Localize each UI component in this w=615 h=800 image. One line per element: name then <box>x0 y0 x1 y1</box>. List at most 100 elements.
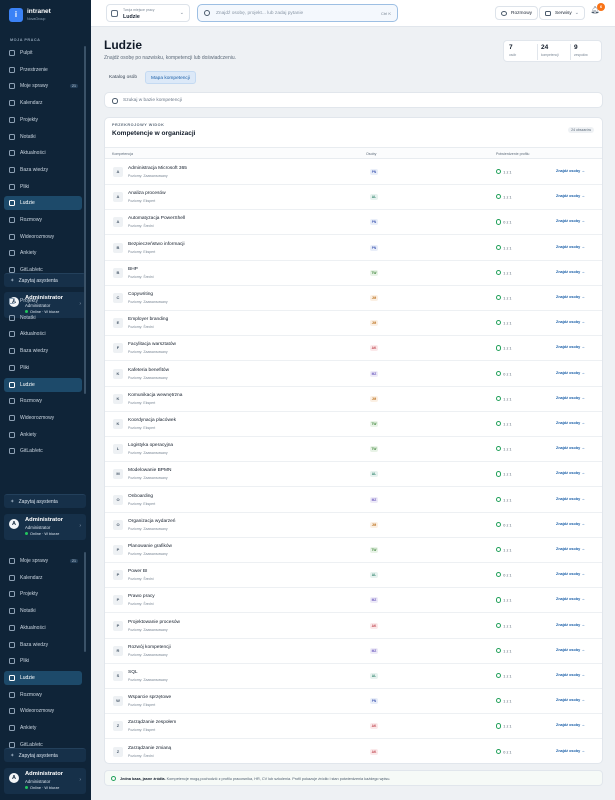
sidebar-item[interactable]: Pulpit <box>4 46 82 60</box>
sidebar-item[interactable]: Pliki <box>4 361 82 375</box>
sidebar-item[interactable]: Moje sprawy 21 <box>4 79 82 93</box>
find-people-link[interactable]: Znajdź osoby → <box>556 749 585 753</box>
sidebar-scrollbar[interactable] <box>84 46 86 276</box>
person-chip[interactable]: TW <box>370 446 378 453</box>
sidebar-item[interactable]: Wideorozmowy <box>4 704 82 718</box>
global-search[interactable]: Znajdź osobę, projekt... lub zadaj pytan… <box>197 4 398 22</box>
find-people-link[interactable]: Znajdź osoby → <box>556 623 585 627</box>
find-people-link[interactable]: Znajdź osoby → <box>556 371 585 375</box>
find-people-link[interactable]: Znajdź osoby → <box>556 723 585 727</box>
person-chip[interactable]: MZ <box>370 370 378 377</box>
find-people-link[interactable]: Znajdź osoby → <box>556 522 585 526</box>
find-people-link[interactable]: Znajdź osoby → <box>556 194 585 198</box>
sidebar-item[interactable]: Rozmowy <box>4 213 82 227</box>
find-people-link[interactable]: Znajdź osoby → <box>556 421 585 425</box>
find-people-link[interactable]: Znajdź osoby → <box>556 446 585 450</box>
find-people-link[interactable]: Znajdź osoby → <box>556 396 585 400</box>
sidebar-item[interactable]: Przestrzenie <box>4 63 82 77</box>
sidebar-scrollbar[interactable] <box>84 268 86 394</box>
tab-people-catalog[interactable]: Katalog osób <box>104 71 142 84</box>
user-card[interactable]: A Administrator Administrator Online · W bi… <box>4 768 86 794</box>
sidebar-item[interactable]: Rozmowy <box>4 394 82 408</box>
sidebar-item[interactable]: Kalendarz <box>4 571 82 585</box>
sidebar-item[interactable]: Aktualności <box>4 621 82 635</box>
user-card[interactable]: A Administrator Administrator Online · W bi… <box>4 514 86 540</box>
notifications-button[interactable]: 🔔︎ 6 <box>589 3 605 19</box>
sidebar-item[interactable]: Projekty <box>4 294 82 308</box>
find-people-link[interactable]: Znajdź osoby → <box>556 345 585 349</box>
find-people-link[interactable]: Znajdź osoby → <box>556 547 585 551</box>
sidebar-item[interactable]: Baza wiedzy <box>4 344 82 358</box>
sidebar-item[interactable]: Aktualności <box>4 327 82 341</box>
find-people-link[interactable]: Znajdź osoby → <box>556 471 585 475</box>
sidebar-item[interactable]: Ludzie <box>4 670 82 685</box>
person-chip[interactable]: AK <box>370 345 378 352</box>
sidebar-item[interactable]: Ankiety <box>4 428 82 442</box>
person-chip[interactable]: TW <box>370 269 378 276</box>
sidebar-item[interactable]: Aktualności <box>4 146 82 160</box>
person-chip[interactable]: JM <box>370 521 378 528</box>
find-people-link[interactable]: Znajdź osoby → <box>556 270 585 274</box>
sidebar-item[interactable]: Kalendarz <box>4 96 82 110</box>
person-chip[interactable]: PN <box>370 219 378 226</box>
sidebar-item[interactable]: Notatki <box>4 130 82 144</box>
sidebar-item[interactable]: Ludzie <box>4 377 82 392</box>
find-people-link[interactable]: Znajdź osoby → <box>556 245 585 249</box>
find-people-link[interactable]: Znajdź osoby → <box>556 497 585 501</box>
person-chip[interactable]: AL <box>370 471 378 478</box>
person-chip[interactable]: JM <box>370 320 378 327</box>
person-chip[interactable]: AK <box>370 723 378 730</box>
workspace-switcher[interactable]: Twoja miejsce pracy Ludzie ⌄ <box>106 4 190 22</box>
find-people-link[interactable]: Znajdź osoby → <box>556 698 585 702</box>
sidebar-item[interactable]: Projekty <box>4 587 82 601</box>
sidebar-item[interactable]: Notatki <box>4 311 82 325</box>
ask-assistant-button[interactable]: ✦ Zapytaj asystenta <box>4 273 86 287</box>
person-chip[interactable]: JM <box>370 295 378 301</box>
find-people-link[interactable]: Znajdź osoby → <box>556 320 585 324</box>
person-chip[interactable]: MZ <box>370 647 378 654</box>
tab-competence-map[interactable]: Mapa kompetencji <box>145 71 196 84</box>
sidebar-item[interactable]: Ludzie <box>4 196 82 211</box>
sidebar-item[interactable]: GitLab/etc <box>4 444 82 458</box>
sidebar-item[interactable]: Wideorozmowy <box>4 230 82 244</box>
sidebar-item[interactable]: Wideorozmowy <box>4 411 82 425</box>
sidebar-item[interactable]: Pliki <box>4 654 82 668</box>
find-people-link[interactable]: Znajdź osoby → <box>556 572 585 576</box>
services-button[interactable]: Serwisy ⌄ <box>539 6 585 20</box>
person-chip[interactable]: AL <box>370 194 378 201</box>
sidebar-item[interactable]: Notatki <box>4 604 82 618</box>
sidebar-item[interactable]: Baza wiedzy <box>4 163 82 177</box>
find-people-link[interactable]: Znajdź osoby → <box>556 648 585 652</box>
find-people-link[interactable]: Znajdź osoby → <box>556 673 585 677</box>
person-chip[interactable]: MZ <box>370 597 378 604</box>
person-chip[interactable]: TW <box>370 547 378 553</box>
person-chip[interactable]: JM <box>370 395 378 402</box>
person-chip[interactable]: PN <box>370 698 378 705</box>
person-chip[interactable]: AL <box>370 673 378 679</box>
find-people-link[interactable]: Znajdź osoby → <box>556 219 585 223</box>
competence-search[interactable]: Szukaj w bazie kompetencji <box>104 92 603 108</box>
sidebar-item[interactable]: Rozmowy <box>4 688 82 702</box>
person-chip[interactable]: AL <box>370 572 378 579</box>
person-chip[interactable]: AK <box>370 748 378 755</box>
chats-button[interactable]: Rozmowy <box>495 6 539 20</box>
sidebar-item[interactable]: Projekty <box>4 113 82 127</box>
person-chip[interactable]: PN <box>370 244 378 251</box>
find-people-link[interactable]: Znajdź osoby → <box>556 169 585 173</box>
person-chip[interactable]: PN <box>370 169 378 175</box>
sidebar-item-label: Moje sprawy <box>20 558 49 564</box>
ask-assistant-button[interactable]: ✦ Zapytaj asystenta <box>4 494 86 508</box>
sidebar-item[interactable]: Ankiety <box>4 721 82 735</box>
find-people-link[interactable]: Znajdź osoby → <box>556 295 585 299</box>
find-people-link[interactable]: Znajdź osoby → <box>556 597 585 601</box>
person-chip[interactable]: TW <box>370 421 378 427</box>
person-chip[interactable]: AK <box>370 622 378 629</box>
ask-assistant-button[interactable]: ✦ Zapytaj asystenta <box>4 748 86 762</box>
person-chip[interactable]: MZ <box>370 496 378 503</box>
sidebar-item[interactable]: Baza wiedzy <box>4 638 82 652</box>
sidebar-scrollbar[interactable] <box>84 552 86 652</box>
sidebar-item[interactable]: Pliki <box>4 180 82 194</box>
sidebar-item[interactable]: Moje sprawy 21 <box>4 554 82 568</box>
app-logo[interactable]: i <box>9 8 23 22</box>
sidebar-item[interactable]: Ankiety <box>4 246 82 260</box>
